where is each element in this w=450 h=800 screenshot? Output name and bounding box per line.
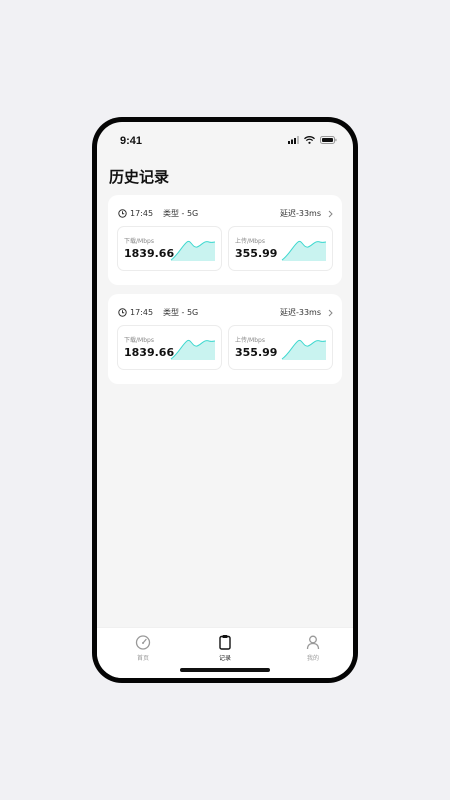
wifi-icon (304, 136, 315, 144)
download-metric: 下载/Mbps 1839.66 (117, 325, 222, 370)
phone-frame: 9:41 历史记录 17:45 类型 - 5G 延迟-33ms 下载/Mbps … (92, 117, 358, 683)
record-time: 17:45 (130, 308, 154, 317)
chevron-right-icon[interactable] (328, 309, 333, 317)
record-latency: 延迟-33ms (279, 308, 321, 317)
upload-value: 355.99 (235, 247, 278, 260)
record-type: 类型 - 5G (163, 209, 199, 218)
record-card[interactable]: 17:45 类型 - 5G 延迟-33ms 下载/Mbps 1839.66 上传… (108, 294, 342, 384)
download-label: 下载/Mbps (124, 337, 154, 344)
page-title: 历史记录 (109, 168, 170, 186)
download-sparkline (170, 240, 216, 261)
upload-sparkline (281, 339, 327, 360)
signal-icon (288, 136, 299, 144)
download-value: 1839.66 (124, 247, 175, 260)
user-icon (306, 635, 320, 650)
status-icons (288, 136, 337, 144)
tab-home[interactable]: 首页 (113, 634, 173, 664)
upload-sparkline (281, 240, 327, 261)
download-value: 1839.66 (124, 346, 175, 359)
status-bar: 9:41 (97, 122, 353, 152)
speedometer-icon (135, 635, 151, 650)
upload-label: 上传/Mbps (235, 238, 265, 245)
tab-records[interactable]: 记录 (195, 634, 255, 664)
clipboard-icon (219, 635, 231, 650)
upload-metric: 上传/Mbps 355.99 (228, 226, 333, 271)
record-card-header: 17:45 类型 - 5G 延迟-33ms (108, 208, 342, 222)
download-label: 下载/Mbps (124, 238, 154, 245)
upload-label: 上传/Mbps (235, 337, 265, 344)
clock-icon (118, 209, 127, 218)
tab-profile[interactable]: 我的 (283, 634, 343, 664)
download-sparkline (170, 339, 216, 360)
battery-icon (320, 136, 337, 144)
chevron-right-icon[interactable] (328, 210, 333, 218)
upload-value: 355.99 (235, 346, 278, 359)
record-card[interactable]: 17:45 类型 - 5G 延迟-33ms 下载/Mbps 1839.66 上传… (108, 195, 342, 285)
record-time: 17:45 (130, 209, 154, 218)
tab-home-label: 首页 (136, 655, 149, 662)
tab-records-label: 记录 (218, 655, 231, 662)
record-latency: 延迟-33ms (279, 209, 321, 218)
record-type: 类型 - 5G (163, 308, 199, 317)
tab-profile-label: 我的 (306, 655, 319, 662)
screen: 9:41 历史记录 17:45 类型 - 5G 延迟-33ms 下载/Mbps … (97, 122, 353, 678)
download-metric: 下载/Mbps 1839.66 (117, 226, 222, 271)
status-time: 9:41 (120, 135, 143, 147)
clock-icon (118, 308, 127, 317)
home-indicator (180, 668, 270, 672)
record-card-header: 17:45 类型 - 5G 延迟-33ms (108, 307, 342, 321)
upload-metric: 上传/Mbps 355.99 (228, 325, 333, 370)
